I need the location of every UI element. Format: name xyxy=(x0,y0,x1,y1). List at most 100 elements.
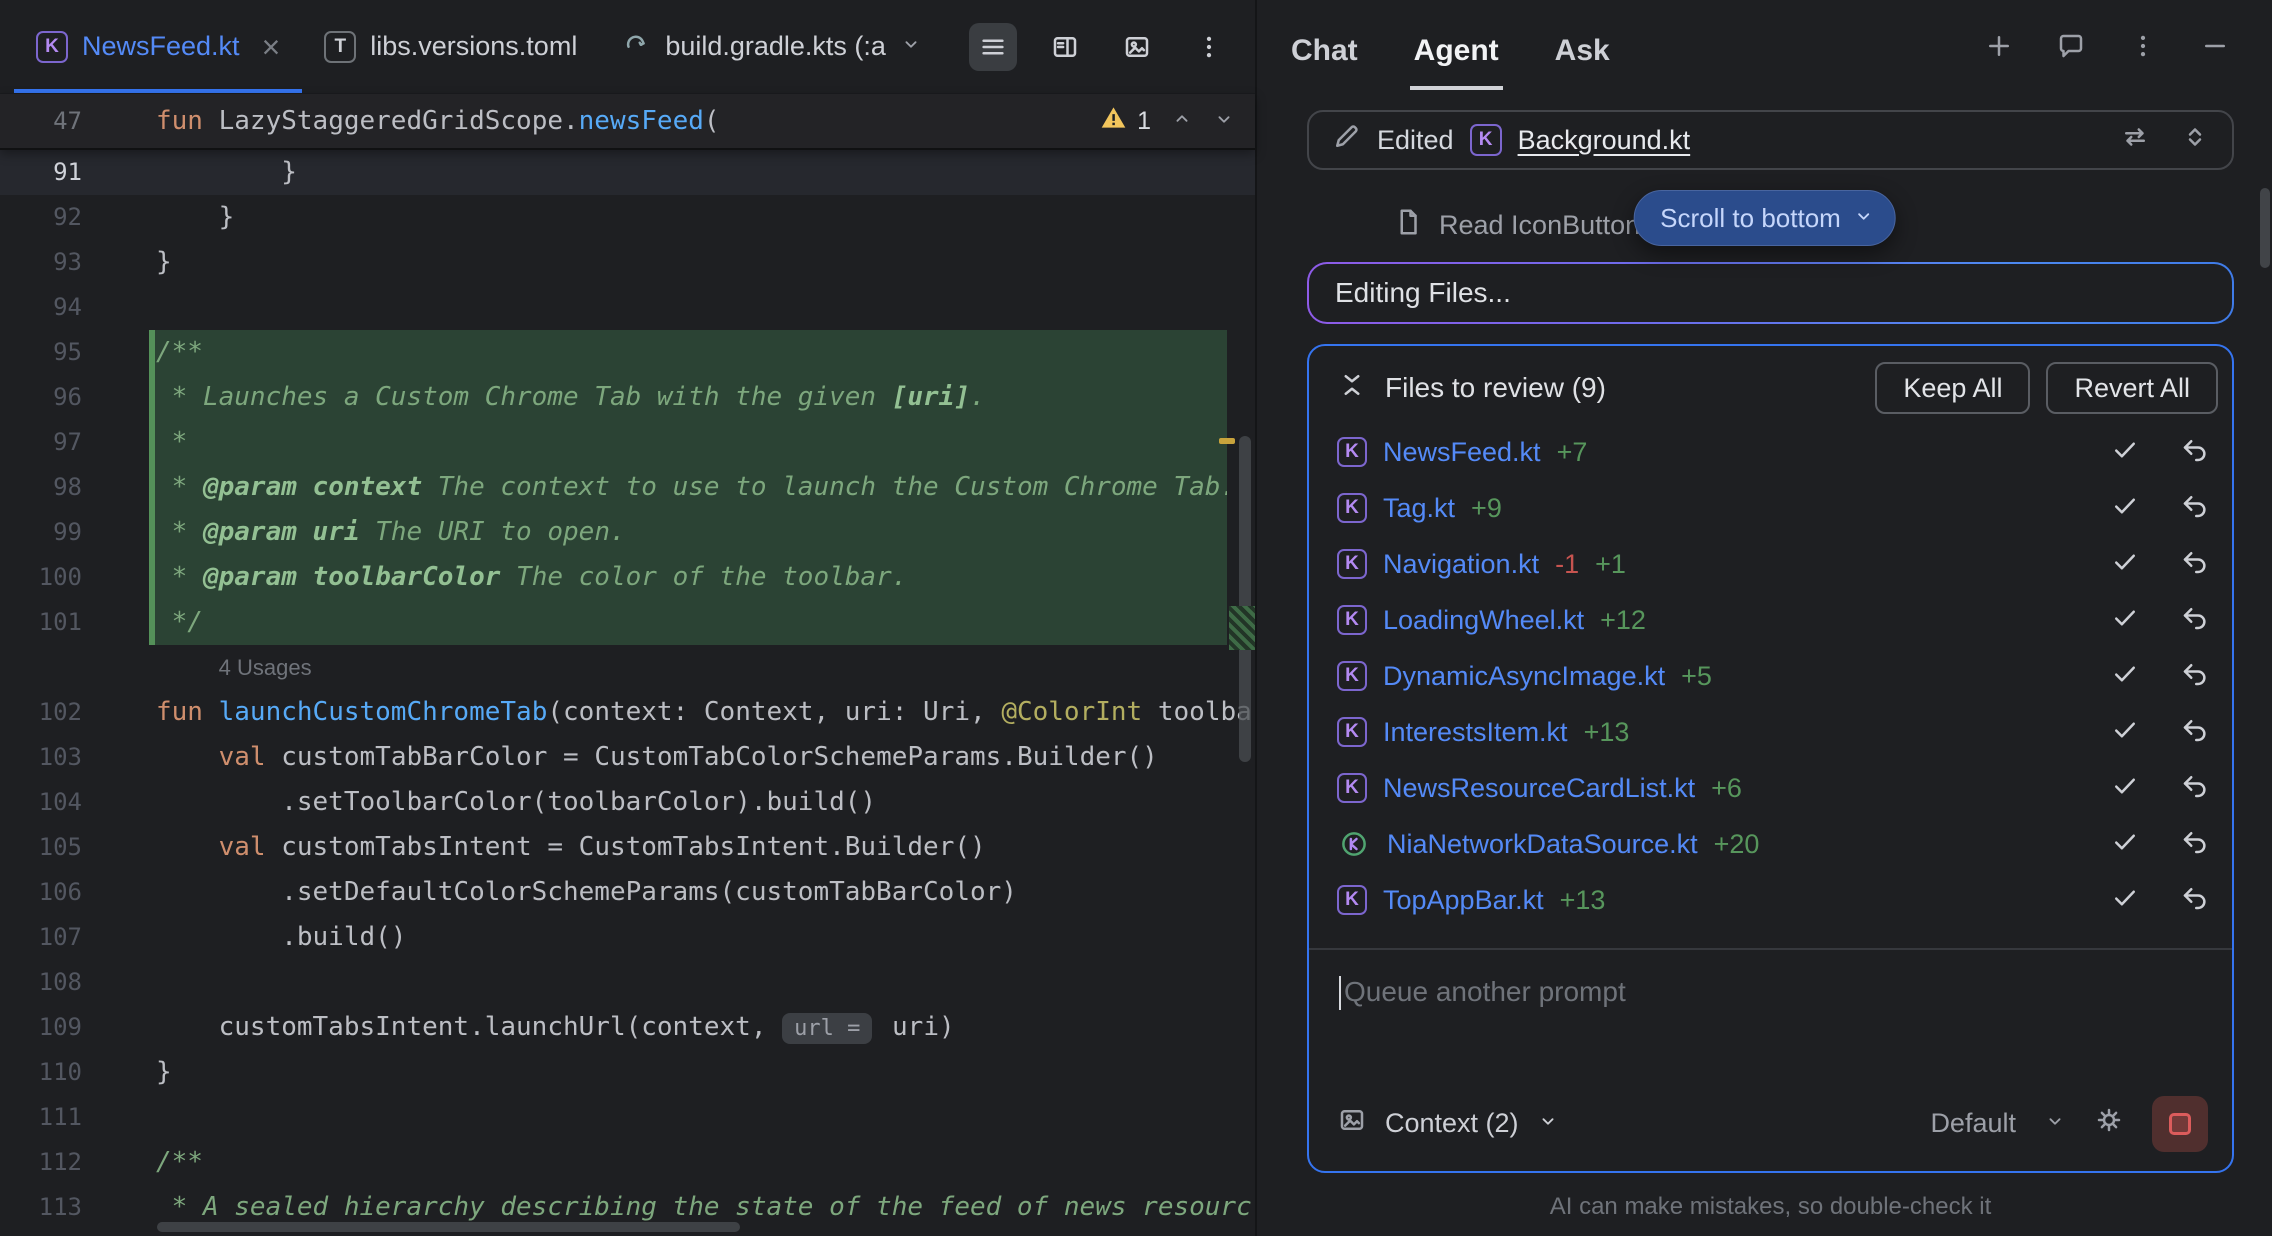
code-line: 110} xyxy=(0,1050,1255,1095)
revert-file-icon[interactable] xyxy=(2180,827,2210,862)
file-name[interactable]: Tag.kt xyxy=(1383,493,1455,524)
tab-ask[interactable]: Ask xyxy=(1551,6,1614,90)
kebab-menu-icon[interactable] xyxy=(1185,23,1233,71)
code-line: 108 xyxy=(0,960,1255,1005)
keep-all-button[interactable]: Keep All xyxy=(1875,362,2030,414)
file-row[interactable]: K Navigation.kt -1 +1 xyxy=(1309,536,2232,592)
kebab-menu-icon[interactable] xyxy=(2128,31,2158,66)
sticky-header[interactable]: 47 fun LazyStaggeredGridScope.newsFeed( … xyxy=(0,94,1255,150)
accept-file-icon[interactable] xyxy=(2110,771,2140,806)
chevron-down-icon[interactable] xyxy=(900,31,922,62)
line-number xyxy=(0,645,96,690)
model-selector[interactable]: Default xyxy=(1930,1108,2016,1139)
file-name[interactable]: NewsFeed.kt xyxy=(1383,437,1541,468)
code-line: 107 .build() xyxy=(0,915,1255,960)
revert-file-icon[interactable] xyxy=(2180,435,2210,470)
tab-chat[interactable]: Chat xyxy=(1287,6,1362,90)
file-row[interactable]: K LoadingWheel.kt +12 xyxy=(1309,592,2232,648)
list-view-icon[interactable] xyxy=(969,23,1017,71)
toml-file-icon: T xyxy=(324,31,356,63)
tab-agent[interactable]: Agent xyxy=(1410,6,1503,90)
tab-build-gradle[interactable]: build.gradle.kts (:a xyxy=(599,0,944,93)
expand-icon[interactable] xyxy=(2180,122,2210,159)
kotlin-file-icon: K xyxy=(1337,885,1367,915)
accept-file-icon[interactable] xyxy=(2110,827,2140,862)
conversations-icon[interactable] xyxy=(2056,31,2086,66)
accept-file-icon[interactable] xyxy=(2110,547,2140,582)
ai-disclaimer: AI can make mistakes, so double-check it xyxy=(1307,1173,2234,1236)
revert-file-icon[interactable] xyxy=(2180,659,2210,694)
code-line: 96 * Launches a Custom Chrome Tab with t… xyxy=(0,375,1255,420)
revert-file-icon[interactable] xyxy=(2180,883,2210,918)
chevron-down-icon[interactable] xyxy=(2044,1108,2066,1139)
prev-change-icon[interactable] xyxy=(1171,106,1193,137)
hide-panel-icon[interactable] xyxy=(2200,31,2230,66)
close-tab-icon[interactable]: × xyxy=(262,31,281,63)
read-step-label: Read IconButton. xyxy=(1439,210,1648,241)
file-row[interactable]: K NewsFeed.kt +7 xyxy=(1309,424,2232,480)
tab-libs-versions[interactable]: T libs.versions.toml xyxy=(302,0,599,93)
code-text xyxy=(96,960,1255,1005)
code-line: 92 } xyxy=(0,195,1255,240)
next-change-icon[interactable] xyxy=(1213,106,1235,137)
accept-file-icon[interactable] xyxy=(2110,715,2140,750)
revert-file-icon[interactable] xyxy=(2180,715,2210,750)
code-text: .setDefaultColorSchemeParams(customTabBa… xyxy=(96,870,1255,915)
chevron-down-icon[interactable] xyxy=(1537,1108,1559,1139)
gear-icon[interactable] xyxy=(2094,1105,2124,1142)
panel-scrollbar[interactable] xyxy=(2260,188,2270,268)
new-chat-icon[interactable] xyxy=(1984,31,2014,66)
split-editor-icon[interactable] xyxy=(1041,23,1089,71)
file-row[interactable]: K Tag.kt +9 xyxy=(1309,480,2232,536)
warning-icon[interactable] xyxy=(1100,104,1127,138)
revert-file-icon[interactable] xyxy=(2180,771,2210,806)
prompt-input[interactable]: Queue another prompt xyxy=(1309,950,2232,1086)
diff-icon[interactable] xyxy=(2120,122,2150,159)
image-icon[interactable] xyxy=(1113,23,1161,71)
horizontal-scrollbar[interactable] xyxy=(157,1222,740,1232)
file-row[interactable]: K InterestsItem.kt +13 xyxy=(1309,704,2232,760)
file-row[interactable]: K DynamicAsyncImage.kt +5 xyxy=(1309,648,2232,704)
accept-file-icon[interactable] xyxy=(2110,491,2140,526)
warning-stripe-mark[interactable] xyxy=(1219,438,1235,444)
accept-file-icon[interactable] xyxy=(2110,435,2140,470)
accept-file-icon[interactable] xyxy=(2110,603,2140,638)
code-line: 97 * xyxy=(0,420,1255,465)
revert-all-button[interactable]: Revert All xyxy=(2046,362,2218,414)
scroll-to-bottom-button[interactable]: Scroll to bottom xyxy=(1633,190,1896,246)
file-name[interactable]: NiaNetworkDataSource.kt xyxy=(1387,829,1698,860)
file-name[interactable]: TopAppBar.kt xyxy=(1383,885,1544,916)
code-text: * @param uri The URI to open. xyxy=(149,510,1227,555)
tab-newsfeed[interactable]: K NewsFeed.kt × xyxy=(14,0,302,93)
prompt-placeholder: Queue another prompt xyxy=(1344,976,1626,1008)
file-name[interactable]: InterestsItem.kt xyxy=(1383,717,1568,748)
file-name[interactable]: NewsResourceCardList.kt xyxy=(1383,773,1695,804)
context-selector[interactable]: Context (2) xyxy=(1385,1108,1519,1139)
revert-file-icon[interactable] xyxy=(2180,603,2210,638)
collapse-icon[interactable] xyxy=(1337,370,1367,407)
vertical-scrollbar[interactable] xyxy=(1239,436,1251,762)
attach-image-icon[interactable] xyxy=(1337,1105,1367,1142)
stop-generation-button[interactable] xyxy=(2152,1096,2208,1152)
revert-file-icon[interactable] xyxy=(2180,491,2210,526)
line-number: 112 xyxy=(0,1140,96,1185)
edited-file-card[interactable]: Edited K Background.kt xyxy=(1307,110,2234,170)
kotlin-file-icon: K xyxy=(1337,437,1367,467)
revert-file-icon[interactable] xyxy=(2180,547,2210,582)
file-name[interactable]: Navigation.kt xyxy=(1383,549,1539,580)
file-row[interactable]: K TopAppBar.kt +13 xyxy=(1309,872,2232,928)
file-row[interactable]: NiaNetworkDataSource.kt +20 xyxy=(1309,816,2232,872)
kotlin-file-icon: K xyxy=(1337,773,1367,803)
kotlin-file-icon: K xyxy=(1337,493,1367,523)
accept-file-icon[interactable] xyxy=(2110,883,2140,918)
file-row[interactable]: K NewsResourceCardList.kt +6 xyxy=(1309,760,2232,816)
code-area[interactable]: 91 }92 }93}9495/**96 * Launches a Custom… xyxy=(0,150,1255,1236)
file-name[interactable]: LoadingWheel.kt xyxy=(1383,605,1584,636)
accept-file-icon[interactable] xyxy=(2110,659,2140,694)
additions-count: +20 xyxy=(1714,829,1760,860)
file-name[interactable]: DynamicAsyncImage.kt xyxy=(1383,661,1665,692)
edited-file-link[interactable]: Background.kt xyxy=(1518,125,1691,156)
warning-count: 1 xyxy=(1137,107,1151,136)
line-number: 106 xyxy=(0,870,96,915)
change-stripe-mark[interactable] xyxy=(1229,606,1255,650)
